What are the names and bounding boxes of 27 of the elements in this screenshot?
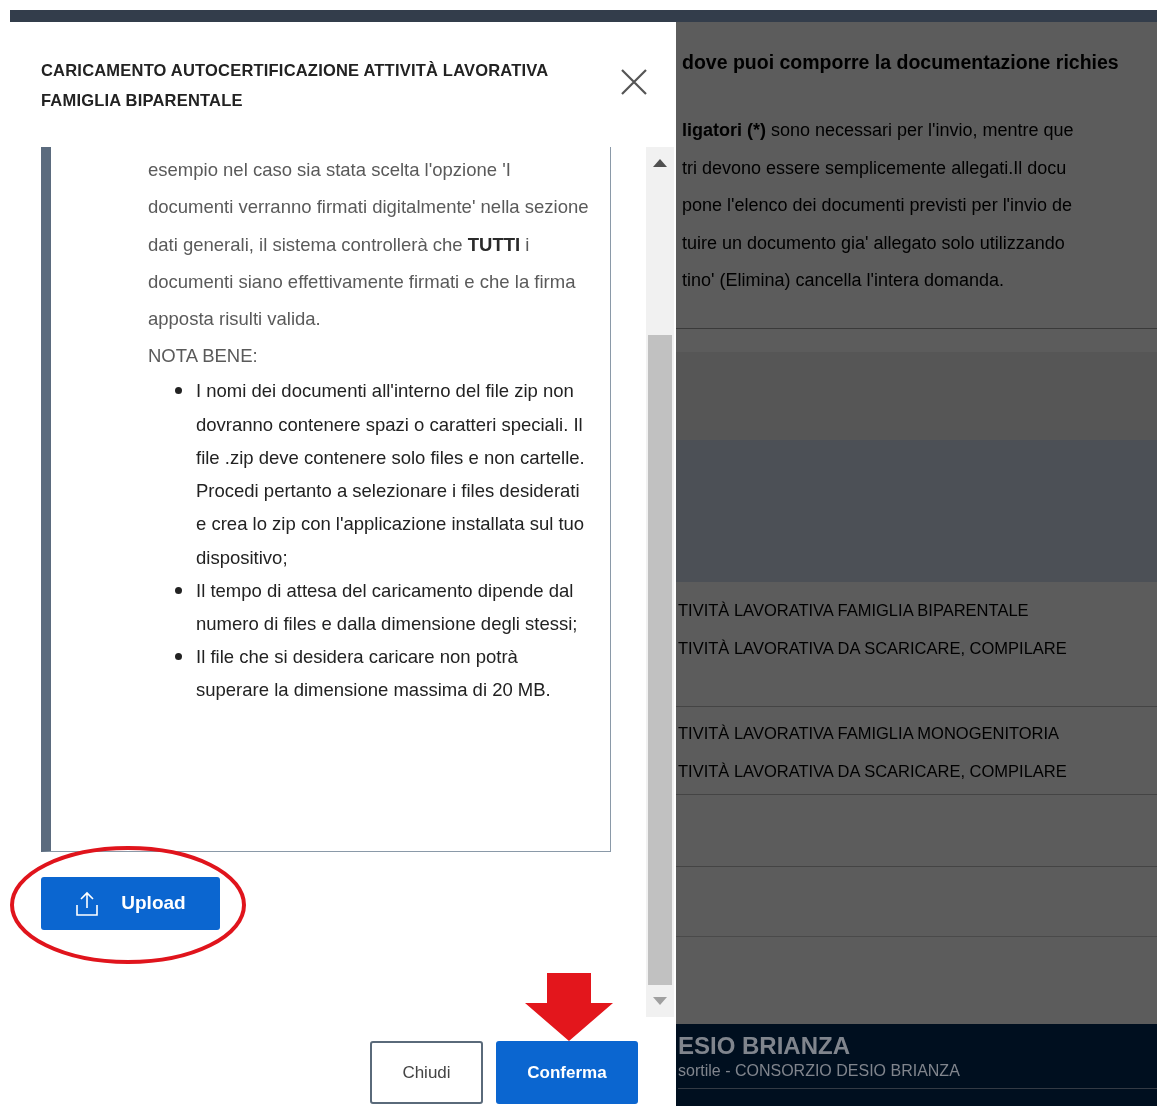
upload-icon <box>75 890 100 917</box>
close-icon[interactable] <box>621 69 647 95</box>
close-button[interactable]: Chiudi <box>370 1041 483 1104</box>
scrollbar-thumb[interactable] <box>648 335 672 985</box>
document-name: TIVITÀ LAVORATIVA DA SCARICARE, COMPILARE <box>678 637 1068 659</box>
instruction-line: tuire un documento gia' allegato solo utilizzando <box>682 231 1066 255</box>
instruction-line: tri devono essere semplicemente allegati.Il docu <box>682 156 1068 180</box>
bullet-text: Il tempo di attesa del caricamento dipende dal numero di files e dalla dimensione degli stessi; <box>196 578 579 636</box>
section-heading: dove puoi comporre la documentazione richies <box>682 50 1120 75</box>
confirm-button[interactable]: Conferma <box>496 1041 638 1104</box>
document-name: TIVITÀ LAVORATIVA FAMIGLIA MONOGENITORIA <box>678 723 1061 744</box>
bullet-text: Il file che si desidera caricare non potrà superare la dimensione massima di 20 MB. <box>196 645 552 703</box>
document-name: TIVITÀ LAVORATIVA FAMIGLIA BIPARENTALE <box>678 600 1030 621</box>
info-paragraph: esempio nel caso sia stata scelta l'opzione 'I documenti verranno firmati digitalmente' nella sezione dati generali, il sistema controllerà che TUTTI i documenti siano effettivamente firmati e che la firma apposta risulti valida. <box>148 158 590 332</box>
footer-title: ESIO BRIANZA <box>678 1032 851 1060</box>
instruction-line: pone l'elenco dei documenti previsti per l'invio de <box>682 194 1074 218</box>
bullet-text: I nomi dei documenti all'interno del file zip non dovranno contenere spazi o caratteri speciali. Il file .zip deve contenere solo files e non cartelle. Procedi pertanto a selezionare i files desiderati e crea lo zip con l'applicazione installata sul tuo dispositivo; <box>196 379 586 570</box>
document-name: TIVITÀ LAVORATIVA DA SCARICARE, COMPILARE <box>678 760 1068 782</box>
scrollbar[interactable] <box>646 147 674 1017</box>
footer-subtitle: sortile - CONSORZIO DESIO BRIANZA <box>678 1061 961 1081</box>
upload-button[interactable]: Upload <box>41 877 220 930</box>
modal-title: CARICAMENTO AUTOCERTIFICAZIONE ATTIVITÀ LAVORATIVA FAMIGLIA BIPARENTALE <box>41 60 549 111</box>
scroll-down-icon[interactable] <box>653 997 667 1005</box>
instruction-line: tino' (Elimina) cancella l'intera domanda. <box>682 269 1006 293</box>
instruction-line: ligatori (*) sono necessari per l'invio, mentre que <box>682 119 1075 143</box>
note-label: NOTA BENE: <box>148 344 259 369</box>
scroll-up-icon[interactable] <box>653 159 667 167</box>
